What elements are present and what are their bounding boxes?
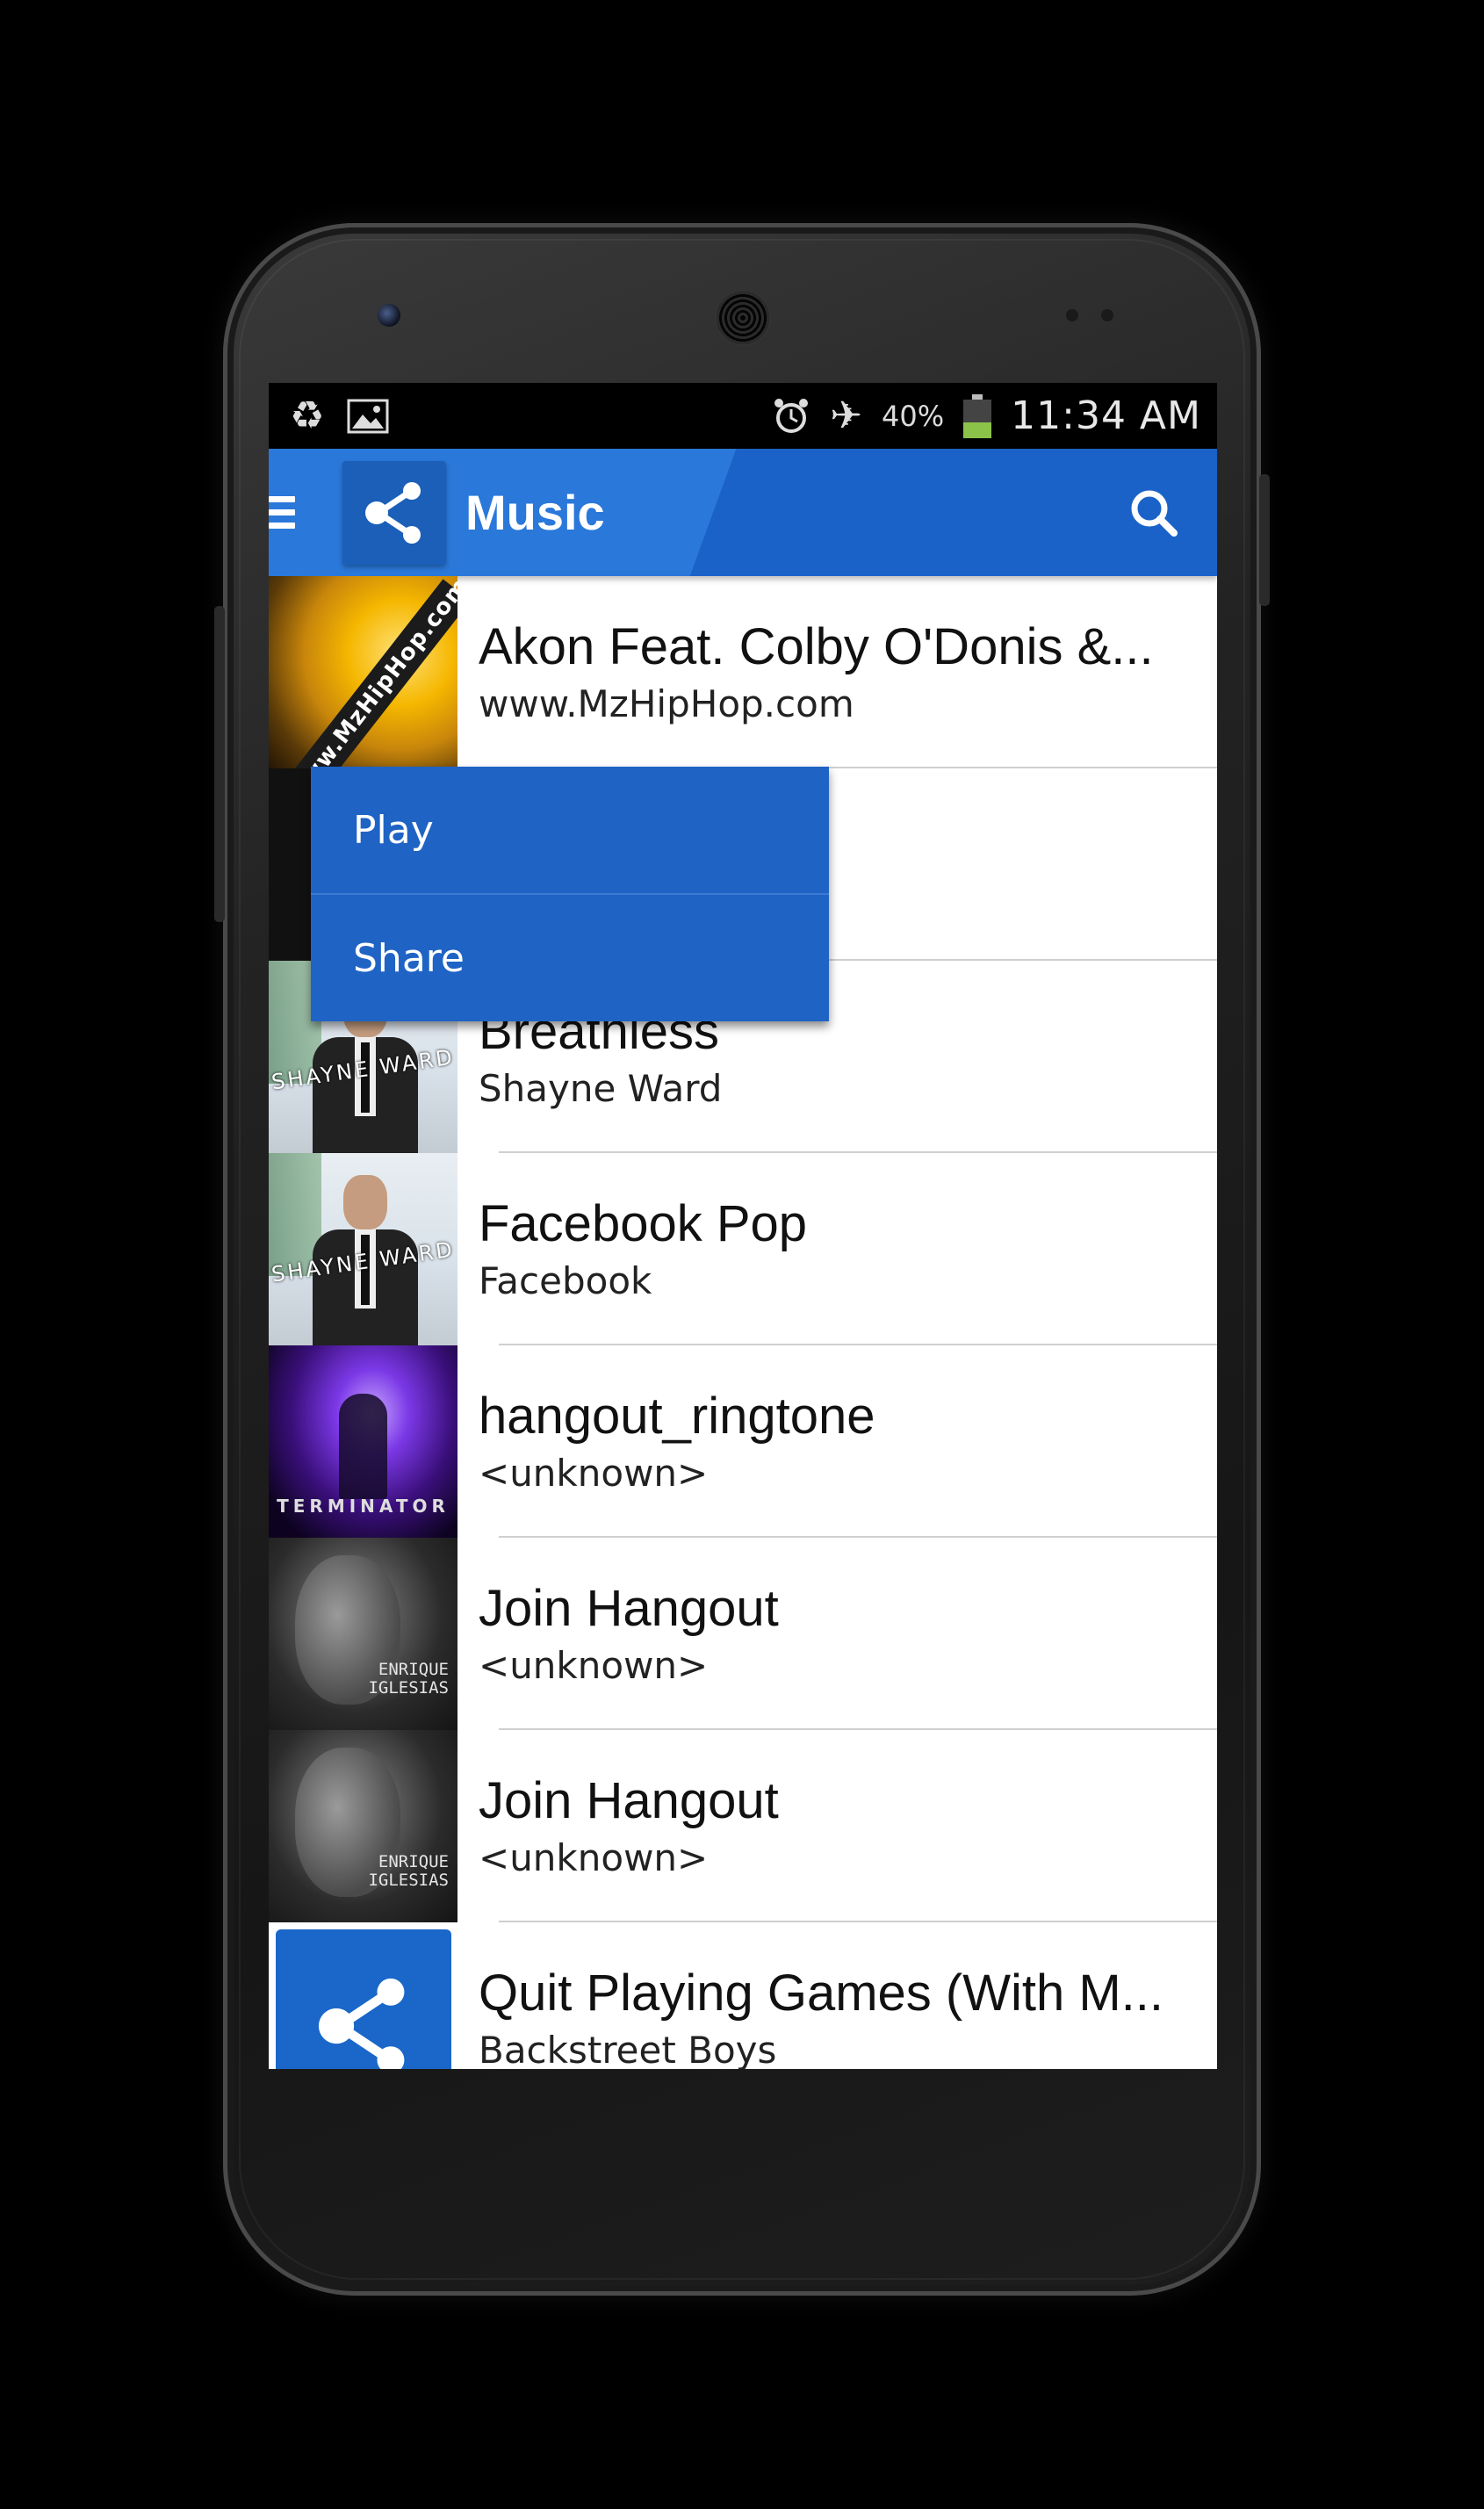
album-art-label: ENRIQUE IGLESIAS (368, 1660, 449, 1698)
app-logo[interactable] (342, 460, 446, 565)
song-artist: <unknown> (479, 1643, 709, 1687)
song-title: Akon Feat. Colby O'Donis &... (479, 617, 1154, 675)
song-title: Facebook Pop (479, 1194, 808, 1252)
song-artist: <unknown> (479, 1451, 709, 1495)
song-title: hangout_ringtone (479, 1387, 875, 1445)
song-title: Quit Playing Games (With M... (479, 1964, 1163, 2022)
app-bar: Music (269, 449, 1217, 576)
album-art: www.MzHipHop.com (269, 576, 457, 768)
list-item[interactable]: Quit Playing Games (With M... Backstreet… (269, 1922, 1217, 2069)
search-icon (1131, 490, 1178, 537)
proximity-sensor (1066, 309, 1078, 321)
alarm-icon (772, 397, 810, 436)
recycle-icon: ♻ (290, 393, 325, 438)
menu-item-share[interactable]: Share (311, 893, 829, 1021)
volume-button (214, 606, 225, 922)
album-art: TERMINATOR (269, 1345, 457, 1538)
power-button (1259, 474, 1270, 606)
page-title: Music (465, 485, 605, 540)
album-art (269, 1922, 457, 2069)
front-camera (378, 304, 400, 327)
hamburger-menu-icon[interactable] (269, 496, 299, 529)
song-artist: Backstreet Boys (479, 2028, 777, 2069)
song-title: Join Hangout (479, 1771, 779, 1829)
album-art: SHAYNE WARD (269, 1153, 457, 1345)
album-art-label: ENRIQUE IGLESIAS (368, 1852, 449, 1890)
share-icon (318, 1978, 405, 2069)
airplane-icon: ✈ (830, 393, 863, 438)
menu-item-play[interactable]: Play (311, 767, 829, 893)
status-bar: ♻ ✈ 40% 11:34 AM (269, 383, 1217, 449)
album-art-label: TERMINATOR (277, 1496, 450, 1517)
list-item[interactable]: ENRIQUE IGLESIAS Join Hangout <unknown> (269, 1730, 1217, 1922)
image-icon (347, 399, 389, 434)
list-item[interactable]: TERMINATOR hangout_ringtone <unknown> (269, 1345, 1217, 1538)
list-item[interactable]: ENRIQUE IGLESIAS Join Hangout <unknown> (269, 1538, 1217, 1730)
song-artist: www.MzHipHop.com (479, 681, 854, 725)
earpiece-speaker (715, 290, 771, 346)
album-art: ENRIQUE IGLESIAS (269, 1538, 457, 1730)
search-button[interactable] (1127, 487, 1180, 539)
song-artist: Shayne Ward (479, 1066, 723, 1110)
album-art: ENRIQUE IGLESIAS (269, 1730, 457, 1922)
album-art-label: www.MzHipHop.com (283, 576, 457, 768)
context-menu: Play Share (311, 767, 829, 1021)
song-artist: <unknown> (479, 1835, 709, 1879)
song-artist: Facebook (479, 1258, 652, 1302)
battery-percent: 40% (882, 399, 945, 433)
screen: ♻ ✈ 40% 11:34 AM Music www.MzHipHop.com … (269, 383, 1217, 2069)
list-item[interactable]: www.MzHipHop.com Akon Feat. Colby O'Doni… (269, 576, 1217, 768)
list-item[interactable]: SHAYNE WARD Facebook Pop Facebook (269, 1153, 1217, 1345)
share-icon (365, 481, 421, 544)
battery-icon (963, 393, 992, 438)
song-title: Join Hangout (479, 1579, 779, 1637)
clock: 11:34 AM (1011, 393, 1201, 438)
light-sensor (1101, 309, 1113, 321)
